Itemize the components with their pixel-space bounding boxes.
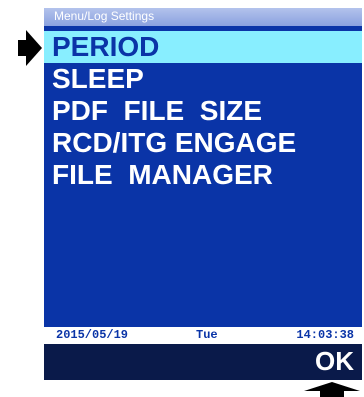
- menu-item-rcd-itg-engage[interactable]: RCD/ITG ENGAGE: [44, 127, 362, 159]
- status-day: Tue: [196, 328, 218, 342]
- menu-item-pdf-file-size[interactable]: PDF FILE SIZE: [44, 95, 362, 127]
- status-time: 14:03:38: [296, 328, 354, 342]
- soft-key-bar: OK: [44, 344, 362, 380]
- menu-item-label: RCD/ITG ENGAGE: [52, 127, 297, 158]
- menu-item-label: PERIOD: [52, 31, 160, 62]
- title-bar: Menu/Log Settings: [44, 8, 362, 26]
- up-arrow-icon: [304, 382, 360, 397]
- screen-title: Menu/Log Settings: [54, 9, 155, 23]
- menu-item-sleep[interactable]: SLEEP: [44, 63, 362, 95]
- menu-item-file-manager[interactable]: FILE MANAGER: [44, 159, 362, 191]
- menu-item-label: FILE MANAGER: [52, 159, 273, 190]
- menu-item-period[interactable]: PERIOD: [44, 31, 362, 63]
- menu-item-label: SLEEP: [52, 63, 144, 94]
- menu-item-label: PDF FILE SIZE: [52, 95, 263, 126]
- ok-button[interactable]: OK: [315, 346, 354, 377]
- right-arrow-icon: [18, 30, 42, 66]
- device-screen: Menu/Log Settings PERIOD SLEEP PDF FILE …: [44, 8, 362, 380]
- status-bar: 2015/05/19 Tue 14:03:38: [44, 327, 362, 344]
- status-date: 2015/05/19: [56, 328, 129, 342]
